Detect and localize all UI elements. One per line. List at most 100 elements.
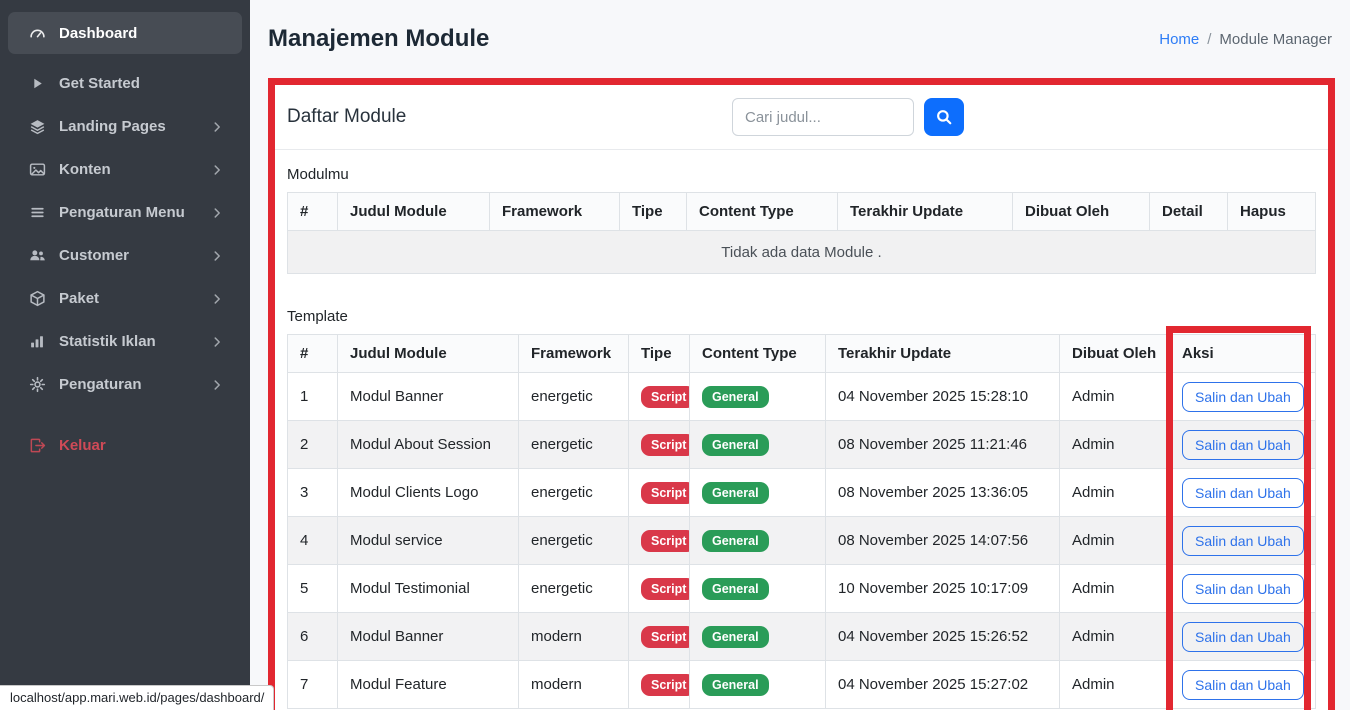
tipe-badge: Script bbox=[641, 386, 690, 408]
content-type-badge: General bbox=[702, 578, 769, 600]
tipe-badge: Script bbox=[641, 530, 690, 552]
column-header: Framework bbox=[519, 335, 629, 373]
column-header: Tipe bbox=[629, 335, 690, 373]
sidebar-item-paket[interactable]: Paket bbox=[0, 277, 250, 320]
card-title: Daftar Module bbox=[287, 106, 406, 128]
module-list-card: Daftar Module Modulmu # Judul Module Fra… bbox=[268, 78, 1335, 710]
gauge-icon bbox=[29, 25, 46, 42]
sidebar-item-dashboard[interactable]: Dashboard bbox=[8, 12, 242, 54]
content-type-badge: General bbox=[702, 674, 769, 696]
column-header: Aksi bbox=[1170, 335, 1316, 373]
layers-icon bbox=[29, 118, 46, 135]
last-update: 08 November 2025 14:07:56 bbox=[826, 517, 1060, 565]
sidebar-item-label: Pengaturan Menu bbox=[59, 204, 185, 221]
module-title: Modul Clients Logo bbox=[338, 469, 519, 517]
framework: modern bbox=[519, 661, 629, 709]
framework: energetic bbox=[519, 469, 629, 517]
content-type-badge: General bbox=[702, 626, 769, 648]
column-header: Framework bbox=[490, 193, 620, 231]
search-input[interactable] bbox=[732, 98, 914, 136]
table-row: 5 Modul Testimonial energetic Script Gen… bbox=[288, 565, 1316, 613]
last-update: 08 November 2025 13:36:05 bbox=[826, 469, 1060, 517]
sidebar-item-label: Konten bbox=[59, 161, 111, 178]
module-title: Modul Testimonial bbox=[338, 565, 519, 613]
empty-state-text: Tidak ada data Module . bbox=[288, 231, 1316, 274]
gear-icon bbox=[29, 376, 46, 393]
table-row: 1 Modul Banner energetic Script General … bbox=[288, 373, 1316, 421]
content-type-badge: General bbox=[702, 482, 769, 504]
created-by: Admin bbox=[1060, 661, 1170, 709]
sidebar-item-label: Get Started bbox=[59, 75, 140, 92]
sidebar-item-landing-pages[interactable]: Landing Pages bbox=[0, 105, 250, 148]
sidebar-item-label: Paket bbox=[59, 290, 99, 307]
sidebar: Dashboard Get Started Landing Pages Kont… bbox=[0, 0, 250, 710]
empty-state-row: Tidak ada data Module . bbox=[288, 231, 1316, 274]
templates-table: # Judul Module Framework Tipe Content Ty… bbox=[287, 334, 1316, 709]
table-row: 3 Modul Clients Logo energetic Script Ge… bbox=[288, 469, 1316, 517]
browser-status-url: localhost/app.mari.web.id/pages/dashboar… bbox=[0, 685, 274, 710]
created-by: Admin bbox=[1060, 517, 1170, 565]
tipe-badge: Script bbox=[641, 626, 690, 648]
copy-edit-button[interactable]: Salin dan Ubah bbox=[1182, 574, 1304, 604]
created-by: Admin bbox=[1060, 421, 1170, 469]
chevron-right-icon bbox=[210, 120, 224, 134]
content-type-badge: General bbox=[702, 434, 769, 456]
templates-label: Template bbox=[287, 308, 1316, 325]
table-row: 6 Modul Banner modern Script General 04 … bbox=[288, 613, 1316, 661]
my-modules-label: Modulmu bbox=[287, 166, 1316, 183]
column-header: Detail bbox=[1150, 193, 1228, 231]
module-title: Modul Banner bbox=[338, 373, 519, 421]
sidebar-item-customer[interactable]: Customer bbox=[0, 234, 250, 277]
column-header: Judul Module bbox=[338, 193, 490, 231]
breadcrumb: Home / Module Manager bbox=[1159, 31, 1332, 48]
copy-edit-button[interactable]: Salin dan Ubah bbox=[1182, 478, 1304, 508]
module-title: Modul Feature bbox=[338, 661, 519, 709]
row-number: 2 bbox=[288, 421, 338, 469]
chevron-right-icon bbox=[210, 292, 224, 306]
sidebar-item-konten[interactable]: Konten bbox=[0, 148, 250, 191]
logout-icon bbox=[29, 437, 46, 454]
copy-edit-button[interactable]: Salin dan Ubah bbox=[1182, 430, 1304, 460]
search-icon bbox=[935, 108, 953, 126]
column-header: Content Type bbox=[687, 193, 838, 231]
column-header: Content Type bbox=[690, 335, 826, 373]
copy-edit-button[interactable]: Salin dan Ubah bbox=[1182, 670, 1304, 700]
search-group bbox=[732, 98, 964, 136]
created-by: Admin bbox=[1060, 613, 1170, 661]
breadcrumb-home-link[interactable]: Home bbox=[1159, 31, 1199, 48]
sidebar-item-statistik-iklan[interactable]: Statistik Iklan bbox=[0, 320, 250, 363]
copy-edit-button[interactable]: Salin dan Ubah bbox=[1182, 526, 1304, 556]
column-header: Hapus bbox=[1228, 193, 1316, 231]
chevron-right-icon bbox=[210, 378, 224, 392]
module-title: Modul service bbox=[338, 517, 519, 565]
row-number: 3 bbox=[288, 469, 338, 517]
card-header: Daftar Module bbox=[275, 85, 1328, 150]
column-header: Terakhir Update bbox=[838, 193, 1013, 231]
sidebar-item-pengaturan-menu[interactable]: Pengaturan Menu bbox=[0, 191, 250, 234]
framework: energetic bbox=[519, 373, 629, 421]
copy-edit-button[interactable]: Salin dan Ubah bbox=[1182, 622, 1304, 652]
image-icon bbox=[29, 161, 46, 178]
content-type-badge: General bbox=[702, 530, 769, 552]
chevron-right-icon bbox=[210, 163, 224, 177]
framework: energetic bbox=[519, 565, 629, 613]
bar-chart-icon bbox=[29, 333, 46, 350]
table-header-row: # Judul Module Framework Tipe Content Ty… bbox=[288, 335, 1316, 373]
table-header-row: # Judul Module Framework Tipe Content Ty… bbox=[288, 193, 1316, 231]
sidebar-item-keluar[interactable]: Keluar bbox=[0, 424, 250, 467]
chevron-right-icon bbox=[210, 206, 224, 220]
framework: modern bbox=[519, 613, 629, 661]
row-number: 7 bbox=[288, 661, 338, 709]
sidebar-item-get-started[interactable]: Get Started bbox=[0, 62, 250, 105]
copy-edit-button[interactable]: Salin dan Ubah bbox=[1182, 382, 1304, 412]
search-button[interactable] bbox=[924, 98, 964, 136]
page-title: Manajemen Module bbox=[268, 25, 489, 53]
row-number: 6 bbox=[288, 613, 338, 661]
last-update: 08 November 2025 11:21:46 bbox=[826, 421, 1060, 469]
table-row: 7 Modul Feature modern Script General 04… bbox=[288, 661, 1316, 709]
last-update: 04 November 2025 15:27:02 bbox=[826, 661, 1060, 709]
row-number: 4 bbox=[288, 517, 338, 565]
menu-lines-icon bbox=[29, 204, 46, 221]
sidebar-item-pengaturan[interactable]: Pengaturan bbox=[0, 363, 250, 406]
box-icon bbox=[29, 290, 46, 307]
